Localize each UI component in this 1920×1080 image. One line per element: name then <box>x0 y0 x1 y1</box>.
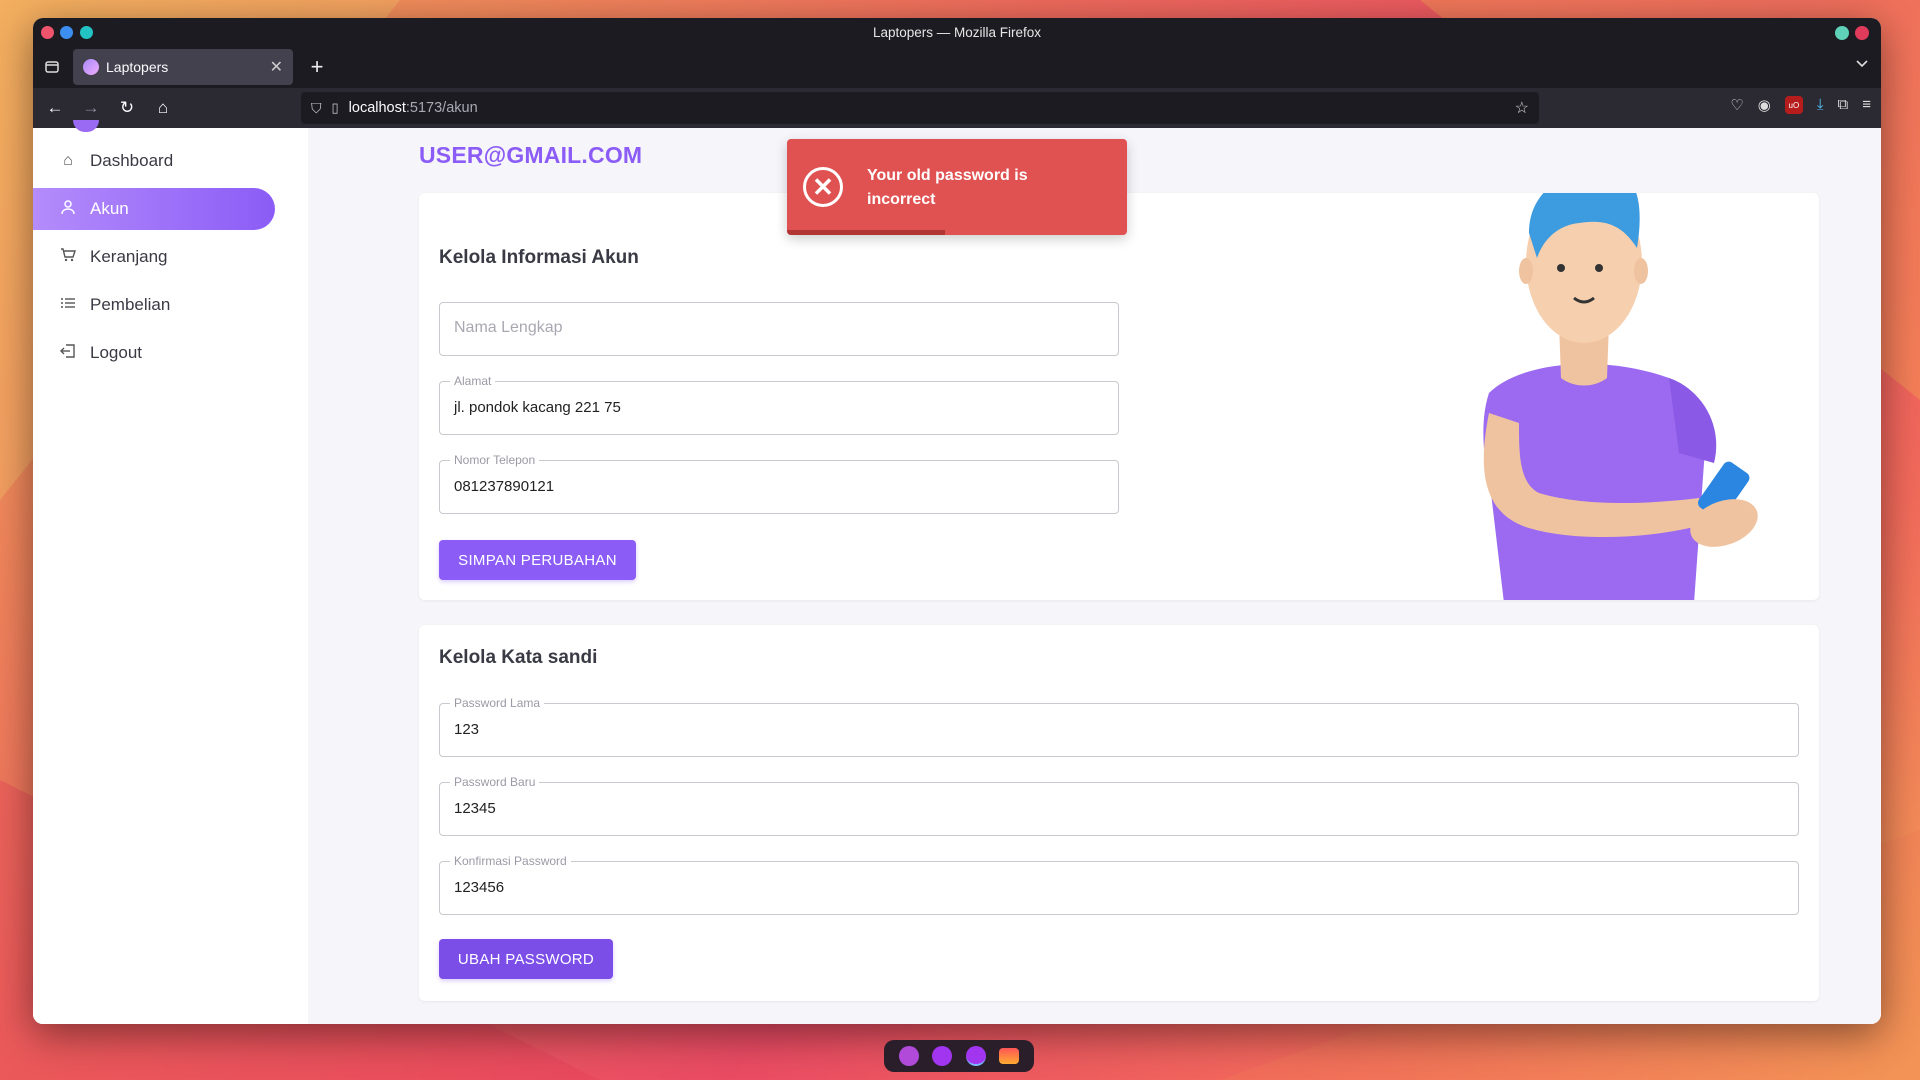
error-circle-icon: ✕ <box>803 167 843 207</box>
old-password-label: Password Lama <box>450 696 545 710</box>
home-icon[interactable]: ⌂ <box>145 98 181 118</box>
firefox-view-icon[interactable] <box>39 54 65 80</box>
account-icon[interactable]: ◉ <box>1758 96 1771 114</box>
forward-icon[interactable]: → <box>73 98 109 118</box>
new-password-value: 12345 <box>454 800 496 817</box>
back-icon[interactable]: ← <box>37 98 73 118</box>
page-content: ⌂ Dashboard Akun Keranjang Pembelian Log… <box>33 120 1881 1024</box>
window-titlebar: Laptopers — Mozilla Firefox <box>33 18 1881 46</box>
favicon-icon <box>83 59 99 75</box>
full-name-placeholder: Nama Lengkap <box>454 319 563 336</box>
password-card: Kelola Kata sandi Password Lama 123 Pass… <box>419 625 1819 1001</box>
sidebar-item-label: Pembelian <box>90 295 171 314</box>
new-password-label: Password Baru <box>450 775 540 789</box>
sidebar-item-label: Keranjang <box>90 247 168 266</box>
sidebar-item-dashboard[interactable]: ⌂ Dashboard <box>33 140 275 182</box>
logo <box>73 120 99 132</box>
sidebar-item-logout[interactable]: Logout <box>33 332 275 374</box>
pocket-icon[interactable]: ♡ <box>1730 96 1743 114</box>
confirm-password-value: 123456 <box>454 879 505 896</box>
tab-bar: Laptopers ✕ + <box>33 46 1881 88</box>
sidebar-item-pembelian[interactable]: Pembelian <box>33 284 275 326</box>
minimize-window-button[interactable] <box>60 26 73 39</box>
sidebar-item-keranjang[interactable]: Keranjang <box>33 236 275 278</box>
page-icon: ▯ <box>331 100 339 115</box>
new-password-field[interactable]: Password Baru 12345 <box>439 775 1799 836</box>
home-icon: ⌂ <box>63 152 73 169</box>
person-illustration <box>1483 193 1758 600</box>
tab-title: Laptopers <box>106 59 169 75</box>
url-bar[interactable]: ⛉ ▯ localhost:5173/akun ☆ <box>301 92 1539 124</box>
sidebar-item-label: Logout <box>90 343 142 362</box>
sidebar-item-akun[interactable]: Akun <box>33 188 275 230</box>
address-label: Alamat <box>450 374 496 388</box>
taskbar-dock <box>884 1040 1034 1072</box>
maximize-window-button[interactable] <box>80 26 93 39</box>
menu-icon[interactable]: ≡ <box>1862 96 1871 114</box>
change-password-button[interactable]: UBAH PASSWORD <box>439 939 613 979</box>
close-window-button[interactable] <box>41 26 54 39</box>
toast-message: Your old password is incorrect <box>867 167 1028 208</box>
tab-laptopers[interactable]: Laptopers ✕ <box>73 49 293 85</box>
firefox-tray-icon[interactable] <box>1855 26 1869 40</box>
save-changes-button[interactable]: SIMPAN PERUBAHAN <box>439 540 636 580</box>
phone-label: Nomor Telepon <box>450 453 540 467</box>
user-icon <box>58 199 78 220</box>
confirm-password-label: Konfirmasi Password <box>450 854 571 868</box>
sidebar-item-label: Akun <box>90 199 129 218</box>
phone-value: 081237890121 <box>454 478 555 495</box>
shield-icon[interactable]: ⛉ <box>311 100 322 117</box>
account-card-title: Kelola Informasi Akun <box>439 247 639 268</box>
main-area: USER@GMAIL.COM Kelola Informasi Akun Nam… <box>308 128 1881 1024</box>
old-password-field[interactable]: Password Lama 123 <box>439 696 1799 757</box>
reload-icon[interactable]: ↻ <box>109 98 145 118</box>
navigation-bar: ← → ↻ ⌂ ⛉ ▯ localhost:5173/akun ☆ ♡ ◉ uO… <box>33 88 1881 128</box>
toast-progress-bar <box>787 230 945 235</box>
system-tray-icon[interactable] <box>1835 26 1849 40</box>
ublock-icon[interactable]: uO <box>1784 96 1803 114</box>
confirm-password-field[interactable]: Konfirmasi Password 123456 <box>439 854 1799 915</box>
toolbar-right: ♡ ◉ uO ⤓ ⧉ ≡ <box>1730 96 1871 114</box>
new-tab-button[interactable]: + <box>303 54 331 80</box>
password-card-title: Kelola Kata sandi <box>439 647 598 668</box>
url-path: :5173/akun <box>405 100 478 116</box>
list-icon <box>58 295 78 316</box>
page-title: USER@GMAIL.COM <box>419 142 643 168</box>
window-title: Laptopers — Mozilla Firefox <box>872 24 1042 40</box>
chevron-down-icon[interactable] <box>1855 56 1869 73</box>
dock-app-icon[interactable] <box>898 1046 919 1066</box>
sidebar-item-label: Dashboard <box>90 151 174 170</box>
logout-icon <box>58 343 78 364</box>
url-host: localhost <box>348 100 406 116</box>
extensions-icon[interactable]: ⧉ <box>1838 96 1849 114</box>
bookmark-star-icon[interactable]: ☆ <box>1515 98 1529 118</box>
cart-icon <box>58 247 78 268</box>
full-name-field[interactable]: Nama Lengkap <box>439 302 1119 356</box>
old-password-value: 123 <box>454 721 480 738</box>
download-icon[interactable]: ⤓ <box>1817 96 1824 114</box>
close-tab-icon[interactable]: ✕ <box>270 57 283 77</box>
phone-field[interactable]: Nomor Telepon 081237890121 <box>439 453 1119 514</box>
firefox-dock-icon-active[interactable] <box>965 1046 986 1066</box>
firefox-dock-icon[interactable] <box>932 1046 953 1066</box>
dock-app-icon[interactable] <box>999 1048 1020 1064</box>
error-toast[interactable]: ✕ Your old password is incorrect <box>787 139 1127 235</box>
address-field[interactable]: Alamat jl. pondok kacang 221 75 <box>439 374 1119 435</box>
sidebar: ⌂ Dashboard Akun Keranjang Pembelian Log… <box>33 120 308 1024</box>
account-info-card: Kelola Informasi Akun Nama Lengkap Alama… <box>419 193 1819 600</box>
address-value: jl. pondok kacang 221 75 <box>454 399 621 416</box>
